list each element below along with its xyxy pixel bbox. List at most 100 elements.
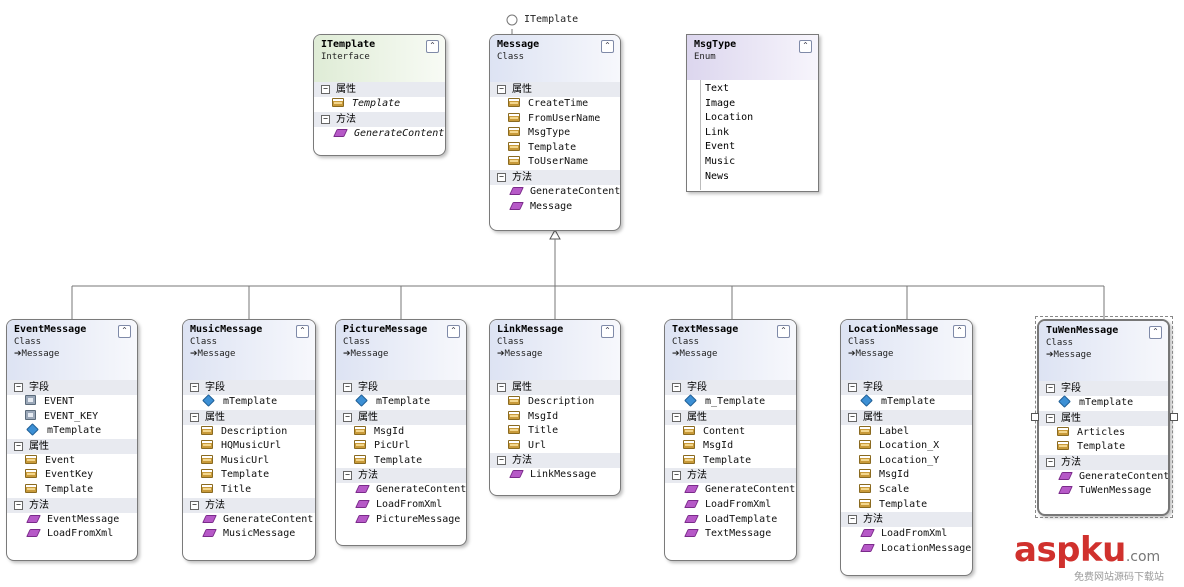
section-toggle-icon[interactable]: − xyxy=(321,85,330,94)
member-row[interactable]: Template xyxy=(183,468,315,483)
section-toggle-icon[interactable]: − xyxy=(848,412,857,422)
section-toggle-icon[interactable]: − xyxy=(848,383,857,392)
msgtype-enum-shape[interactable]: MsgType Enum ⌃ Text Image Location Link … xyxy=(686,34,819,192)
itemplate-interface-shape[interactable]: ITemplate Interface ⌃ − 属性 Template − 方法 G… xyxy=(313,34,446,156)
section-toggle-icon[interactable]: − xyxy=(190,500,199,510)
section-toggle-icon[interactable]: − xyxy=(497,383,506,392)
member-row[interactable]: MusicMessage xyxy=(183,527,315,542)
section-toggle-icon[interactable]: − xyxy=(190,383,199,392)
section-header-properties[interactable]: − 属性 xyxy=(665,409,796,425)
section-header-fields[interactable]: − 字段 xyxy=(336,380,466,395)
member-row[interactable]: LinkMessage xyxy=(490,468,620,483)
section-toggle-icon[interactable]: − xyxy=(497,85,506,94)
section-toggle-icon[interactable]: − xyxy=(14,441,23,451)
collapse-chevron-icon[interactable]: ⌃ xyxy=(447,325,460,338)
member-row[interactable]: FromUserName xyxy=(490,112,620,127)
collapse-chevron-icon[interactable]: ⌃ xyxy=(426,40,439,53)
member-row[interactable]: mTemplate xyxy=(841,394,972,410)
member-row[interactable]: Label xyxy=(841,425,972,440)
section-header-methods[interactable]: − 方法 xyxy=(336,468,466,484)
section-toggle-icon[interactable]: − xyxy=(497,456,506,466)
section-header-fields[interactable]: − 字段 xyxy=(1039,381,1168,396)
member-row[interactable]: mTemplate xyxy=(1039,395,1168,411)
member-row[interactable]: HQMusicUrl xyxy=(183,439,315,454)
collapse-chevron-icon[interactable]: ⌃ xyxy=(601,325,614,338)
member-row[interactable]: Content xyxy=(665,425,796,440)
member-row[interactable]: MsgId xyxy=(490,410,620,425)
member-row[interactable]: GenerateContent xyxy=(665,483,796,498)
member-row[interactable]: MsgId xyxy=(841,468,972,483)
member-row[interactable]: Url xyxy=(490,439,620,454)
section-header-methods[interactable]: − 方法 xyxy=(490,453,620,469)
locationmessage-class-shape[interactable]: LocationMessage Class ➔Message ⌃ − 字段 mTemplat… xyxy=(840,319,973,576)
member-row[interactable]: Description xyxy=(183,425,315,440)
section-toggle-icon[interactable]: − xyxy=(343,412,352,422)
section-header-methods[interactable]: − 方法 xyxy=(665,468,796,484)
member-row[interactable]: Template xyxy=(336,454,466,469)
collapse-chevron-icon[interactable]: ⌃ xyxy=(799,40,812,53)
section-toggle-icon[interactable]: − xyxy=(321,114,330,124)
member-row[interactable]: EventKey xyxy=(7,468,137,483)
musicmessage-class-shape[interactable]: MusicMessage Class ➔Message ⌃ − 字段 mTemplate − 属… xyxy=(182,319,316,561)
enum-value[interactable]: Location xyxy=(705,111,818,126)
collapse-chevron-icon[interactable]: ⌃ xyxy=(601,40,614,53)
section-toggle-icon[interactable]: − xyxy=(1046,413,1055,423)
member-row[interactable]: TextMessage xyxy=(665,527,796,542)
section-header-properties[interactable]: − 属性 xyxy=(7,438,137,454)
member-row[interactable]: Event xyxy=(7,454,137,469)
member-row[interactable]: PictureMessage xyxy=(336,513,466,528)
collapse-chevron-icon[interactable]: ⌃ xyxy=(953,325,966,338)
collapse-chevron-icon[interactable]: ⌃ xyxy=(296,325,309,338)
member-row[interactable]: mTemplate xyxy=(183,394,315,410)
member-row[interactable]: m_Template xyxy=(665,394,796,410)
member-row[interactable]: Template xyxy=(490,141,620,156)
enum-value[interactable]: Text xyxy=(705,82,818,97)
member-row[interactable]: Location_X xyxy=(841,439,972,454)
member-row[interactable]: mTemplate xyxy=(7,423,137,439)
section-toggle-icon[interactable]: − xyxy=(672,412,681,422)
member-row[interactable]: Template xyxy=(314,97,445,112)
resize-handle-right[interactable] xyxy=(1170,413,1178,421)
section-header-fields[interactable]: − 字段 xyxy=(841,380,972,395)
section-toggle-icon[interactable]: − xyxy=(497,172,506,182)
enum-value[interactable]: Music xyxy=(705,155,818,170)
member-row[interactable]: Scale xyxy=(841,483,972,498)
member-row[interactable]: LoadTemplate xyxy=(665,513,796,528)
linkmessage-class-shape[interactable]: LinkMessage Class ➔Message ⌃ − 属性 Description M… xyxy=(489,319,621,496)
section-header-methods[interactable]: − 方法 xyxy=(314,111,445,127)
member-row[interactable]: EventMessage xyxy=(7,513,137,528)
section-toggle-icon[interactable]: − xyxy=(14,500,23,510)
section-toggle-icon[interactable]: − xyxy=(190,412,199,422)
section-header-methods[interactable]: − 方法 xyxy=(841,512,972,528)
member-row[interactable]: Message xyxy=(490,200,620,215)
section-toggle-icon[interactable]: − xyxy=(848,515,857,525)
member-row[interactable]: LocationMessage xyxy=(841,542,972,557)
member-row[interactable]: MsgType xyxy=(490,126,620,141)
enum-value[interactable]: Image xyxy=(705,97,818,112)
section-header-methods[interactable]: − 方法 xyxy=(7,497,137,513)
member-row[interactable]: Articles xyxy=(1039,426,1168,441)
member-row[interactable]: MsgId xyxy=(336,425,466,440)
section-header-properties[interactable]: − 属性 xyxy=(490,380,620,395)
section-header-properties[interactable]: − 属性 xyxy=(183,409,315,425)
member-row[interactable]: Location_Y xyxy=(841,454,972,469)
member-row[interactable]: Title xyxy=(183,483,315,498)
section-toggle-icon[interactable]: − xyxy=(1046,457,1055,467)
section-toggle-icon[interactable]: − xyxy=(343,383,352,392)
member-row[interactable]: LoadFromXml xyxy=(7,527,137,542)
collapse-chevron-icon[interactable]: ⌃ xyxy=(118,325,131,338)
textmessage-class-shape[interactable]: TextMessage Class ➔Message ⌃ − 字段 m_Template − 属… xyxy=(664,319,797,561)
section-header-properties[interactable]: − 属性 xyxy=(314,82,445,97)
member-row[interactable]: GenerateContent xyxy=(314,127,445,142)
section-header-methods[interactable]: − 方法 xyxy=(183,497,315,513)
member-row[interactable]: PicUrl xyxy=(336,439,466,454)
member-row[interactable]: Description xyxy=(490,395,620,410)
member-row[interactable]: EVENT xyxy=(7,395,137,410)
section-header-properties[interactable]: − 属性 xyxy=(1039,410,1168,426)
member-row[interactable]: Template xyxy=(1039,440,1168,455)
section-header-methods[interactable]: − 方法 xyxy=(1039,454,1168,470)
section-toggle-icon[interactable]: − xyxy=(14,383,23,392)
eventmessage-class-shape[interactable]: EventMessage Class ➔Message ⌃ − 字段 EVENT EVENT_… xyxy=(6,319,138,561)
member-row[interactable]: TuWenMessage xyxy=(1039,484,1168,499)
member-row[interactable]: LoadFromXml xyxy=(841,527,972,542)
